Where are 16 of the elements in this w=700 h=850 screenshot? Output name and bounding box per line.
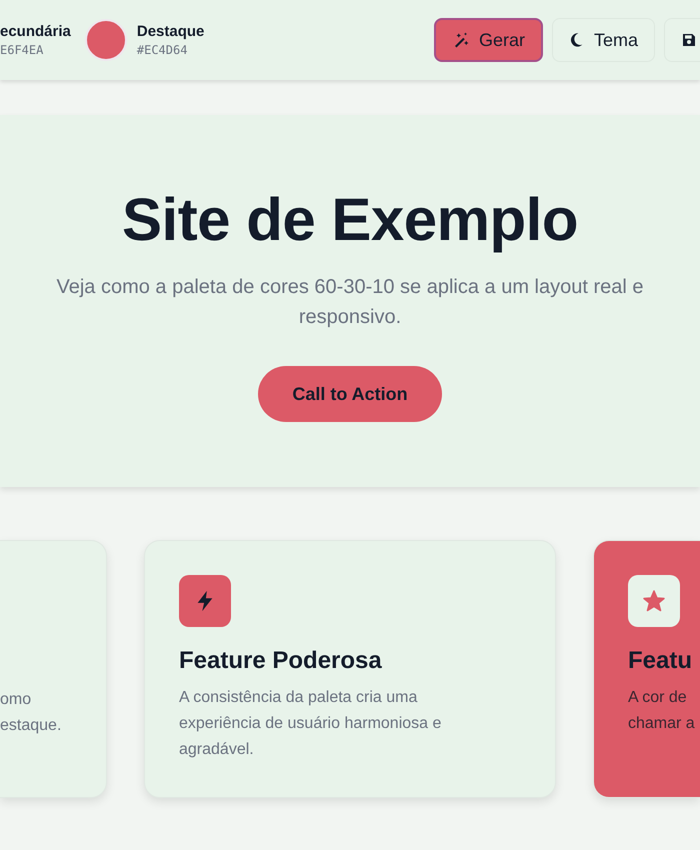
color-hex: #EC4D64 [136,43,188,57]
call-to-action-button[interactable]: Call to Action [258,366,442,422]
card-text: A cor de [628,688,688,708]
card-text: chamar a [628,714,696,734]
color-name: Destaque [136,23,204,40]
theme-button[interactable]: Tema [552,18,655,62]
card-text: A consistência da paleta cria uma experiência de usuário harmoniosa e agradável. [179,688,442,760]
hero-subtitle: Veja como a paleta de cores 60-30-10 se aplica a um layout real e responsivo. [55,275,645,330]
generate-button[interactable]: Gerar [434,18,543,62]
card-text: estaque. [0,716,62,736]
card-title: Feature Poderosa [179,647,383,675]
color-name: ecundária [0,23,71,40]
card-title: Featu [628,647,694,675]
card-text: omo [0,690,32,710]
hero-title: Site de Exemplo [122,185,578,254]
color-hex: E6F4EA [0,43,44,57]
